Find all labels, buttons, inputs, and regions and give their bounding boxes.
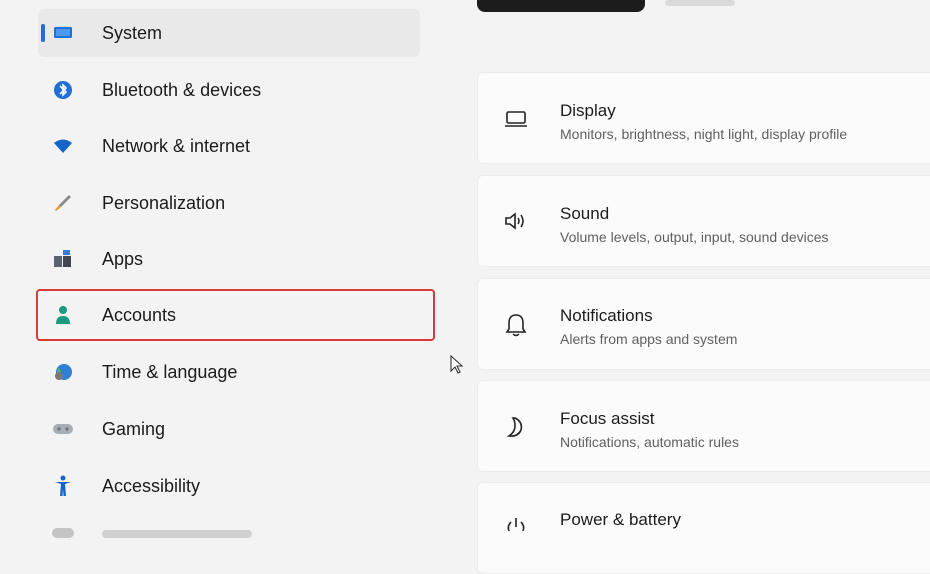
bluetooth-icon [52,79,74,101]
settings-sidebar: System Bluetooth & devices Network & int… [0,0,445,538]
sidebar-item-network[interactable]: Network & internet [38,122,420,170]
sidebar-item-partial-label [102,530,252,538]
device-name-partial [665,0,735,6]
sidebar-item-bluetooth[interactable]: Bluetooth & devices [38,66,420,114]
setting-card-power-battery[interactable]: Power & battery [477,482,930,574]
card-title: Power & battery [560,510,681,529]
settings-main: Display Monitors, brightness, night ligh… [445,0,930,574]
gamepad-icon [52,418,74,440]
wifi-icon [52,135,74,157]
sidebar-item-label: Network & internet [102,135,251,156]
sidebar-item-personalization[interactable]: Personalization [38,179,420,227]
sidebar-item-system[interactable]: System [38,9,420,57]
card-title: Sound [560,204,610,223]
sidebar-item-apps[interactable]: Apps [38,235,420,283]
accessibility-icon [52,475,74,497]
setting-card-sound[interactable]: Sound Volume levels, output, input, soun… [477,175,930,267]
brush-icon [52,192,74,214]
card-title: Notifications [560,306,653,325]
sidebar-item-partial-icon [52,528,74,538]
sidebar-item-label: Personalization [102,192,226,213]
mouse-cursor-icon [449,354,465,375]
sidebar-item-label: Accounts [102,304,177,325]
sidebar-item-accessibility[interactable]: Accessibility [38,462,420,510]
selection-indicator [41,24,45,42]
sidebar-item-time-language[interactable]: Time & language [38,348,420,396]
card-subtitle: Alerts from apps and system [560,331,738,347]
sidebar-item-label: Accessibility [102,475,201,496]
card-title: Focus assist [560,409,655,428]
setting-card-display[interactable]: Display Monitors, brightness, night ligh… [477,72,930,164]
globe-clock-icon [52,361,74,383]
power-icon [502,513,530,541]
monitor-icon [52,22,74,44]
display-icon [502,105,530,133]
card-subtitle: Notifications, automatic rules [560,434,739,450]
bell-icon [502,311,530,339]
sidebar-item-gaming[interactable]: Gaming [38,405,420,453]
speaker-icon [502,207,530,235]
sidebar-item-label: System [102,22,163,43]
sidebar-item-label: Apps [102,248,144,269]
device-image [477,0,645,12]
moon-icon [502,414,530,442]
setting-card-notifications[interactable]: Notifications Alerts from apps and syste… [477,278,930,370]
sidebar-item-label: Bluetooth & devices [102,79,262,100]
card-title: Display [560,101,616,120]
sidebar-item-accounts[interactable]: Accounts [36,289,435,341]
apps-icon [52,248,74,270]
sidebar-item-label: Gaming [102,418,166,439]
person-icon [52,304,74,326]
setting-card-focus-assist[interactable]: Focus assist Notifications, automatic ru… [477,380,930,472]
card-subtitle: Monitors, brightness, night light, displ… [560,126,848,142]
card-subtitle: Volume levels, output, input, sound devi… [560,229,829,245]
sidebar-item-label: Time & language [102,361,238,382]
